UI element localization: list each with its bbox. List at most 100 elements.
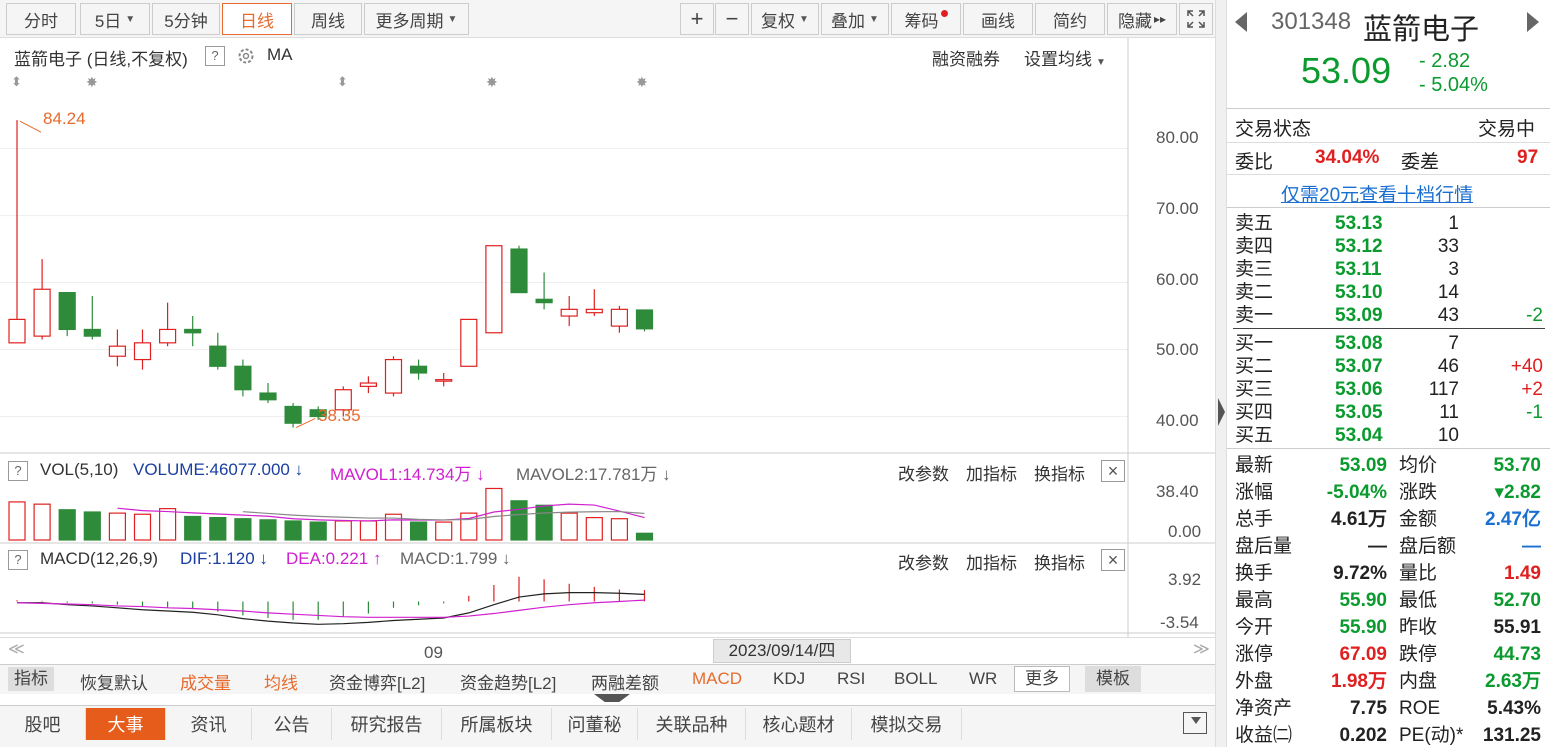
vol-change-param[interactable]: 改参数 — [898, 460, 949, 485]
next-stock-icon[interactable] — [1527, 12, 1539, 32]
stock-name: 蓝箭电子 — [1363, 14, 1480, 46]
stat-label: 换手 — [1235, 563, 1274, 584]
stat-row: 最新 53.09 均价 53.70 — [1235, 454, 1545, 477]
overlay-button[interactable]: 叠加 ▼ — [821, 3, 889, 35]
level-label: 买一 — [1235, 333, 1274, 354]
ask-row[interactable]: 卖一 53.09 43 -2 — [1235, 304, 1545, 327]
level-price: 53.05 — [1335, 402, 1383, 423]
vol-mavol1: MAVOL1:14.734万 ↓ — [330, 460, 485, 485]
stat-label: ROE — [1399, 698, 1441, 719]
ask-row[interactable]: 卖四 53.12 33 — [1235, 235, 1545, 258]
draw-button[interactable]: 画线 — [963, 3, 1033, 35]
vol-label: VOL(5,10) — [40, 460, 119, 479]
collapse-handle-icon[interactable] — [594, 694, 630, 702]
tab-rsi[interactable]: RSI — [837, 669, 865, 689]
ask-row[interactable]: 卖五 53.13 1 — [1235, 212, 1545, 235]
tab-ask-secretary[interactable]: 问董秘 — [552, 708, 638, 740]
tab-capital-game[interactable]: 资金博弈[L2] — [329, 669, 425, 694]
stat-value: 2.63万 — [1485, 671, 1541, 692]
tab-volume[interactable]: 成交量 — [180, 669, 231, 694]
close-icon[interactable]: × — [1101, 549, 1125, 571]
tab-capital-trend[interactable]: 资金趋势[L2] — [460, 669, 556, 694]
splitter-arrow-icon — [1218, 398, 1225, 426]
hide-button[interactable]: 隐藏 ▸▸ — [1107, 3, 1177, 35]
level2-promo-link[interactable]: 仅需20元查看十档行情 — [1281, 180, 1473, 207]
weibi-value: 34.04% — [1315, 147, 1380, 168]
vol-switch-indicator[interactable]: 换指标 — [1034, 460, 1085, 485]
tab-guba[interactable]: 股吧 — [0, 708, 86, 740]
tab-sectors[interactable]: 所属板块 — [442, 708, 552, 740]
bid-row[interactable]: 买二 53.07 46 +40 — [1235, 355, 1545, 378]
volume-bar — [209, 517, 227, 541]
tab-mock-trade[interactable]: 模拟交易 — [852, 708, 962, 740]
macd-add-indicator[interactable]: 加指标 — [966, 549, 1017, 574]
tab-news[interactable]: 资讯 — [166, 708, 252, 740]
candle-body — [159, 328, 177, 344]
vol-volume: VOLUME:46077.000 ↓ — [133, 460, 303, 480]
download-icon[interactable] — [1183, 712, 1207, 734]
tab-template[interactable]: 模板 — [1085, 666, 1141, 692]
period-more[interactable]: 更多周期 ▼ — [364, 3, 469, 35]
download-arrow — [1191, 717, 1201, 724]
date-tick: 09 — [424, 643, 443, 662]
macd-switch-indicator[interactable]: 换指标 — [1034, 549, 1085, 574]
tab-core-themes[interactable]: 核心题材 — [746, 708, 852, 740]
close-icon[interactable]: × — [1101, 460, 1125, 482]
period-daily[interactable]: 日线 — [222, 3, 292, 35]
vol-add-indicator[interactable]: 加指标 — [966, 460, 1017, 485]
bid-row[interactable]: 买四 53.05 11 -1 — [1235, 401, 1545, 424]
fuquan-button[interactable]: 复权 ▼ — [751, 3, 819, 35]
macd-help-icon[interactable]: ? — [8, 550, 28, 570]
chevron-down-icon: ▼ — [799, 13, 809, 25]
zoom-out-button[interactable]: − — [715, 3, 749, 35]
prev-stock-icon[interactable] — [1235, 12, 1247, 32]
stat-row: 盘后量 — 盘后额 — — [1235, 535, 1545, 558]
dea-line — [16, 599, 645, 618]
zoom-in-button[interactable]: + — [680, 3, 714, 35]
candle-body — [359, 382, 377, 387]
stat-value: 55.90 — [1339, 590, 1387, 611]
period-5min[interactable]: 5分钟 — [152, 3, 220, 35]
macd-change-param[interactable]: 改参数 — [898, 549, 949, 574]
tab-events[interactable]: 大事 — [86, 708, 166, 740]
tab-kdj[interactable]: KDJ — [773, 669, 805, 689]
arrow-down-icon: ↓ — [657, 465, 671, 484]
level-volume: 33 — [1437, 236, 1459, 257]
bid-row[interactable]: 买一 53.08 7 — [1235, 332, 1545, 355]
ask-row[interactable]: 卖二 53.10 14 — [1235, 281, 1545, 304]
chip-button[interactable]: 筹码 — [891, 3, 961, 35]
level-price: 53.09 — [1335, 305, 1383, 326]
candle-body — [460, 318, 478, 367]
period-more-label: 更多周期 — [375, 11, 444, 31]
tab-wr[interactable]: WR — [969, 669, 997, 689]
tab-announcements[interactable]: 公告 — [252, 708, 332, 740]
double-arrow-icon: ▸▸ — [1153, 12, 1167, 26]
scroll-left-icon[interactable]: ≪ — [8, 639, 25, 659]
tab-ma[interactable]: 均线 — [264, 669, 298, 694]
tab-margin-diff[interactable]: 两融差额 — [591, 669, 659, 694]
tab-boll[interactable]: BOLL — [894, 669, 937, 689]
stat-value: 52.70 — [1493, 590, 1541, 611]
level-volume: 10 — [1437, 425, 1459, 446]
bid-row[interactable]: 买五 53.04 10 — [1235, 424, 1545, 447]
vol-help-icon[interactable]: ? — [8, 461, 28, 481]
tab-research[interactable]: 研究报告 — [332, 708, 442, 740]
fullscreen-button[interactable] — [1179, 3, 1213, 35]
tab-reset-default[interactable]: 恢复默认 — [80, 669, 148, 694]
ask-row[interactable]: 卖三 53.11 3 — [1235, 258, 1545, 281]
level-volume: 3 — [1448, 259, 1459, 280]
tab-more[interactable]: 更多 — [1014, 666, 1070, 692]
stat-label: 均价 — [1399, 455, 1438, 476]
period-5day[interactable]: 5日 ▼ — [80, 3, 150, 35]
scroll-right-icon[interactable]: ≫ — [1193, 639, 1210, 659]
period-fenshi[interactable]: 分时 — [6, 3, 76, 35]
kline-chart[interactable] — [0, 38, 1215, 638]
tab-indicator[interactable]: 指标 — [8, 667, 54, 691]
bid-row[interactable]: 买三 53.06 117 +2 — [1235, 378, 1545, 401]
tab-related[interactable]: 关联品种 — [638, 708, 746, 740]
simple-button[interactable]: 简约 — [1035, 3, 1105, 35]
period-weekly[interactable]: 周线 — [294, 3, 362, 35]
divider — [1227, 142, 1550, 143]
panel-splitter[interactable] — [1215, 0, 1226, 747]
tab-macd[interactable]: MACD — [692, 669, 742, 689]
